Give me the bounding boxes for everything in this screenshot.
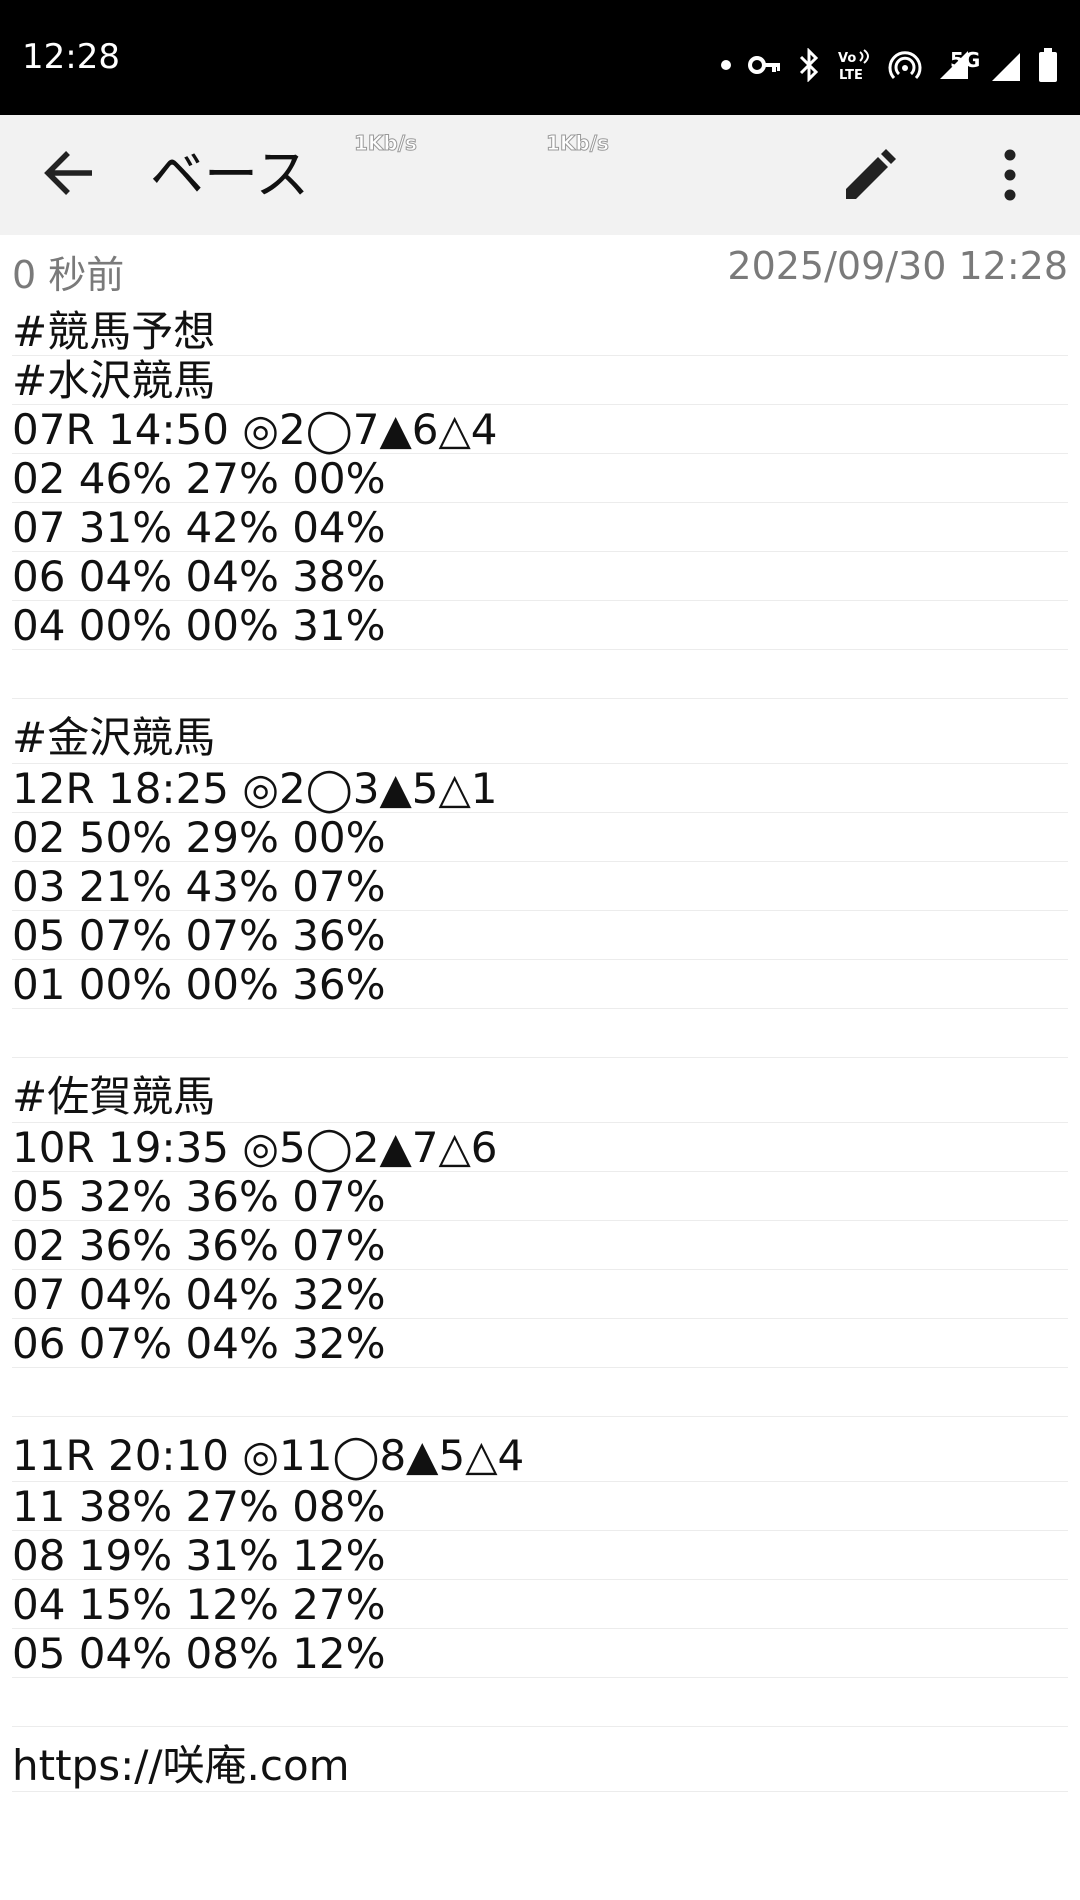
edit-button[interactable] <box>838 145 902 209</box>
back-arrow-icon <box>42 149 96 201</box>
modified-datetime: 2025/09/30 12:28 <box>727 244 1068 288</box>
note-line[interactable]: 03 21% 43% 07% <box>12 862 1068 911</box>
note-line[interactable]: 10R 19:35 ◎5◯2▲7△6 <box>12 1123 1068 1172</box>
note-line[interactable]: 08 19% 31% 12% <box>12 1531 1068 1580</box>
note-line[interactable]: 07 04% 04% 32% <box>12 1270 1068 1319</box>
more-options-button[interactable] <box>980 145 1040 209</box>
note-line[interactable]: 04 00% 00% 31% <box>12 601 1068 650</box>
note-line[interactable] <box>12 650 1068 699</box>
back-button[interactable] <box>34 143 104 207</box>
note-line[interactable]: 05 04% 08% 12% <box>12 1629 1068 1678</box>
notification-dot-icon <box>720 59 732 71</box>
note-line[interactable]: 05 32% 36% 07% <box>12 1172 1068 1221</box>
note-line[interactable]: 11R 20:10 ◎11◯8▲5△4 <box>12 1417 1068 1482</box>
note-line[interactable]: 06 04% 04% 38% <box>12 552 1068 601</box>
note-line[interactable] <box>12 1368 1068 1417</box>
hotspot-icon <box>888 48 922 82</box>
note-line[interactable]: 05 07% 07% 36% <box>12 911 1068 960</box>
network-type-label: 5G <box>950 48 981 72</box>
note-line[interactable]: 02 50% 29% 00% <box>12 813 1068 862</box>
status-time: 12:28 <box>22 37 120 77</box>
note-line[interactable]: 04 15% 12% 27% <box>12 1580 1068 1629</box>
note-line[interactable]: 07R 14:50 ◎2◯7▲6△4 <box>12 405 1068 454</box>
svg-text:LTE: LTE <box>839 68 863 82</box>
bluetooth-icon <box>798 48 820 82</box>
note-line[interactable]: 07 31% 42% 04% <box>12 503 1068 552</box>
note-line[interactable]: 12R 18:25 ◎2◯3▲5△1 <box>12 764 1068 813</box>
note-line[interactable]: #佐賀競馬 <box>12 1058 1068 1123</box>
note-line[interactable]: 02 46% 27% 00% <box>12 454 1068 503</box>
battery-icon <box>1038 48 1058 82</box>
note-body[interactable]: #競馬予想 #水沢競馬 07R 14:50 ◎2◯7▲6△4 02 46% 27% 0… <box>12 307 1068 1792</box>
note-line[interactable]: 06 07% 04% 32% <box>12 1319 1068 1368</box>
net-speed-left: 1Kb/s <box>354 131 418 156</box>
note-line[interactable]: 01 00% 00% 36% <box>12 960 1068 1009</box>
note-line[interactable]: https://咲庵.com <box>12 1727 1068 1792</box>
note-title: ベース <box>150 143 310 206</box>
relative-time: 0 秒前 <box>12 253 125 297</box>
status-bar: 12:28 Vo LTE 5G <box>0 0 1080 115</box>
app-bar: ベース 1Kb/s 1Kb/s <box>0 115 1080 235</box>
note-line[interactable]: #競馬予想 <box>12 307 1068 356</box>
note-meta: 0 秒前 2025/09/30 12:28 <box>0 238 1080 297</box>
vpn-key-icon <box>748 54 782 76</box>
net-speed-right: 1Kb/s <box>546 131 610 156</box>
note-line[interactable]: 11 38% 27% 08% <box>12 1482 1068 1531</box>
note-line[interactable]: #金沢競馬 <box>12 699 1068 764</box>
more-vert-icon <box>1002 149 1018 205</box>
note-line[interactable]: #水沢競馬 <box>12 356 1068 405</box>
note-line[interactable] <box>12 1009 1068 1058</box>
note-line[interactable]: 02 36% 36% 07% <box>12 1221 1068 1270</box>
pencil-icon <box>842 147 898 207</box>
5g-signal-icon <box>986 47 1022 83</box>
svg-text:Vo: Vo <box>838 51 856 66</box>
note-line[interactable] <box>12 1678 1068 1727</box>
status-icons: Vo LTE <box>720 40 1058 90</box>
volte-icon: Vo LTE <box>836 48 872 82</box>
